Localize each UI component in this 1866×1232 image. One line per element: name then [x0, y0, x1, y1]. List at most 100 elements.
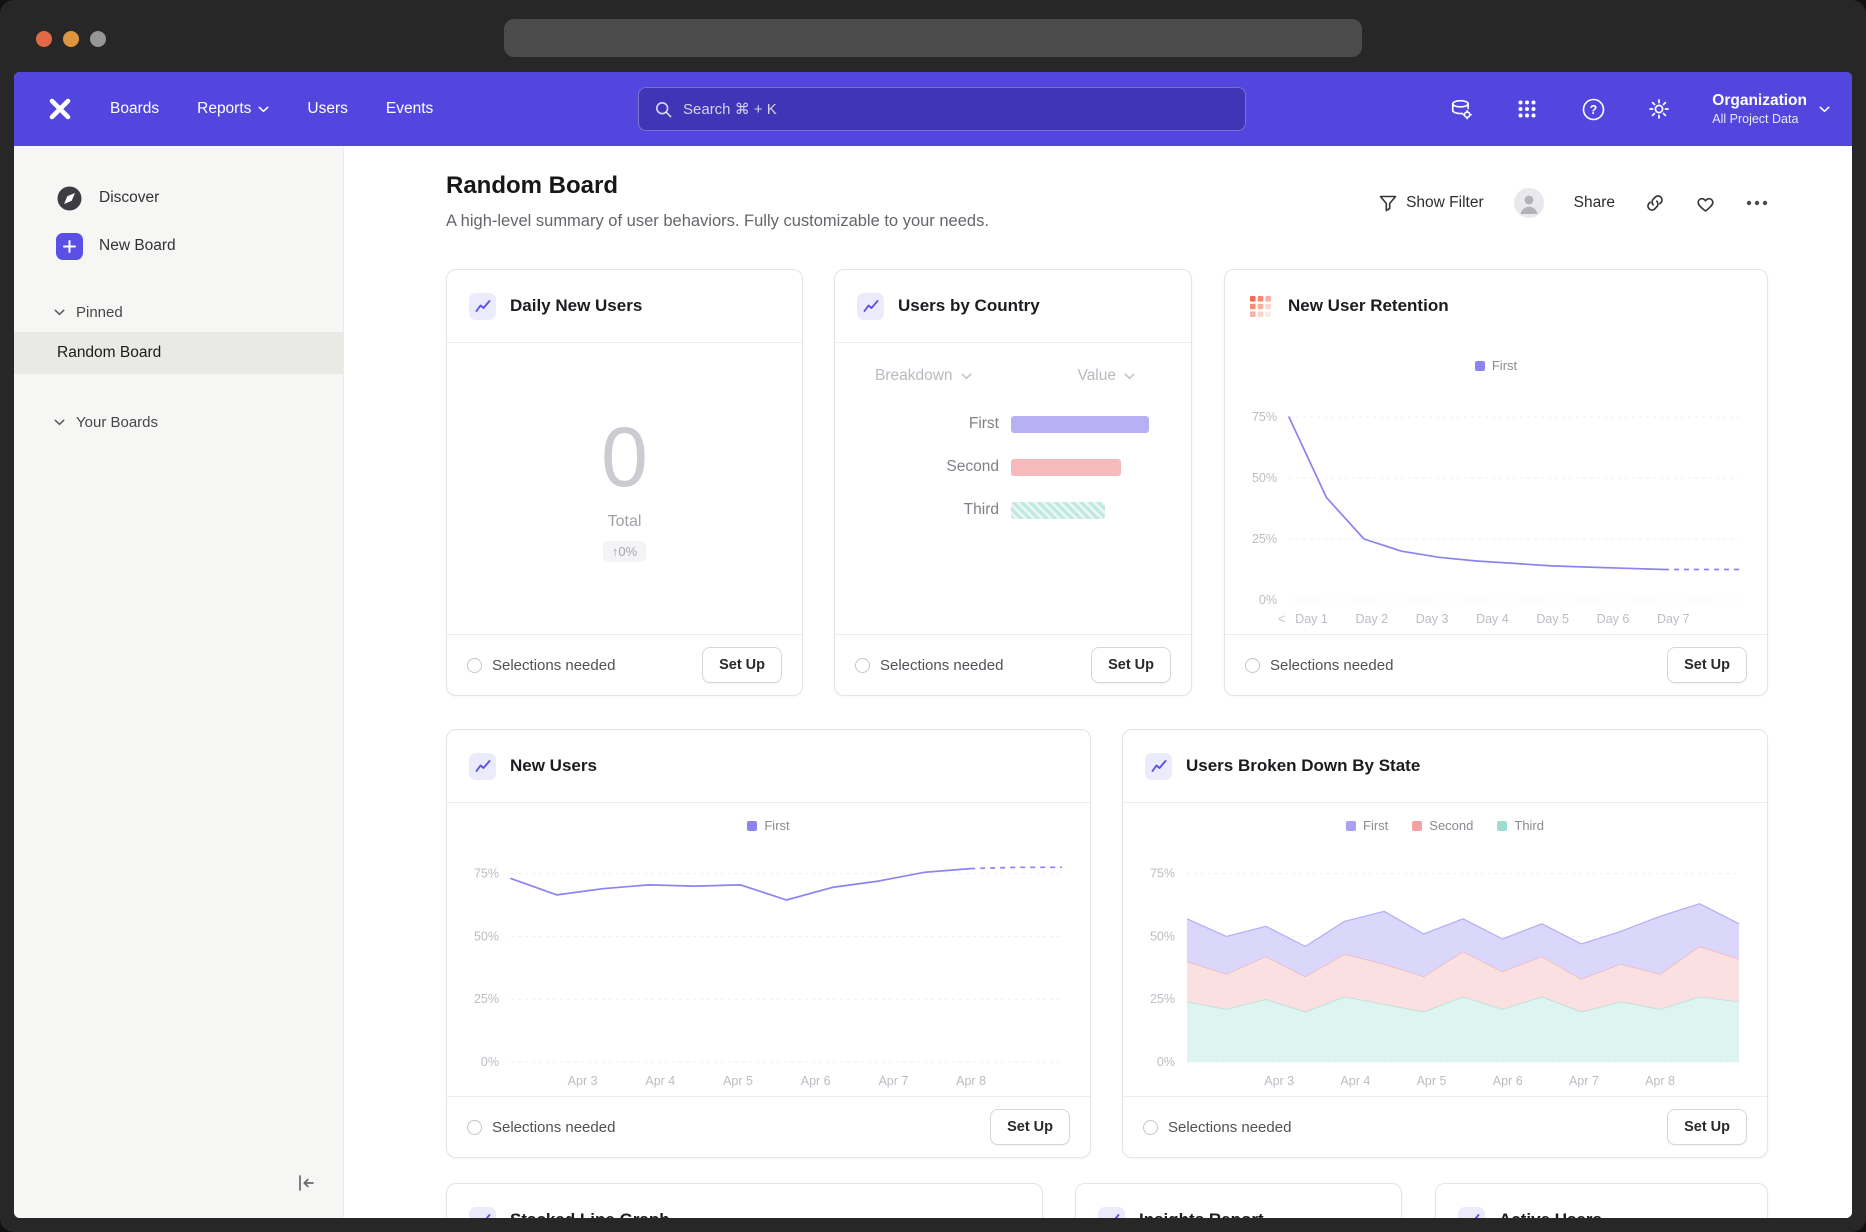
svg-text:75%: 75%: [1150, 867, 1175, 881]
card-users-by-state[interactable]: Users Broken Down By State First Second …: [1122, 729, 1768, 1158]
radio-icon: [1245, 658, 1260, 673]
chevron-down-icon: [258, 106, 269, 113]
svg-text:Day 3: Day 3: [1416, 612, 1449, 626]
setup-button[interactable]: Set Up: [990, 1109, 1070, 1145]
dropdown-label: Breakdown: [875, 367, 953, 385]
ellipsis-icon: [1746, 200, 1768, 206]
address-bar[interactable]: [504, 19, 1362, 57]
window-minimize-button[interactable]: [63, 31, 79, 47]
card-daily-new-users[interactable]: Daily New Users 0 Total ↑0% Selections n…: [446, 269, 803, 696]
card-title: New User Retention: [1288, 296, 1449, 316]
data-management-icon[interactable]: [1448, 96, 1474, 122]
card-new-users[interactable]: New Users First 75%50%25%0%Apr 3Apr 4Apr…: [446, 729, 1091, 1158]
help-icon[interactable]: ?: [1580, 96, 1606, 122]
nav-item-events[interactable]: Events: [386, 100, 433, 118]
sidebar-item-label: Discover: [99, 189, 159, 207]
avatar[interactable]: [1514, 188, 1544, 218]
svg-text:Day 7: Day 7: [1657, 612, 1690, 626]
legend-label: Second: [1429, 818, 1473, 833]
status-text: Selections needed: [492, 1119, 615, 1136]
sidebar-item-discover[interactable]: Discover: [14, 174, 343, 222]
board-content: Random Board A high-level summary of use…: [344, 146, 1852, 1218]
svg-text:Apr 3: Apr 3: [568, 1074, 598, 1088]
chevron-down-icon: [1819, 106, 1830, 113]
setup-button[interactable]: Set Up: [1091, 647, 1171, 683]
sidebar-item-new-board[interactable]: New Board: [14, 222, 343, 270]
svg-text:Day 1: Day 1: [1295, 612, 1328, 626]
nav-item-users[interactable]: Users: [307, 100, 347, 118]
card-header: Daily New Users: [447, 270, 802, 343]
plus-icon: [56, 233, 83, 260]
mixpanel-logo[interactable]: [46, 95, 74, 123]
radio-icon: [855, 658, 870, 673]
window-close-button[interactable]: [36, 31, 52, 47]
legend-swatch: [1475, 361, 1485, 371]
chevron-down-icon: [961, 373, 972, 380]
legend-swatch: [1346, 821, 1356, 831]
svg-text:Apr 5: Apr 5: [1417, 1074, 1447, 1088]
svg-text:0%: 0%: [1157, 1055, 1175, 1069]
search-input[interactable]: Search ⌘ + K: [638, 87, 1246, 131]
nav-label: Boards: [110, 100, 159, 118]
bar-row: First: [835, 415, 1191, 433]
setup-button[interactable]: Set Up: [1667, 1109, 1747, 1145]
copy-link-button[interactable]: [1645, 193, 1665, 213]
sidebar-item-random-board[interactable]: Random Board: [14, 332, 343, 374]
retention-line-chart: 75%50%25%0%Day 1Day 2Day 3Day 4Day 5Day …: [1225, 386, 1767, 632]
nav-item-reports[interactable]: Reports: [197, 100, 269, 118]
legend-label: First: [764, 818, 789, 833]
share-button[interactable]: Share: [1574, 194, 1615, 212]
link-icon: [1645, 193, 1665, 213]
more-options-button[interactable]: [1746, 200, 1768, 206]
value-dropdown[interactable]: Value: [1078, 367, 1136, 385]
svg-text:Apr 3: Apr 3: [1264, 1074, 1294, 1088]
sidebar-collapse-button[interactable]: [291, 1168, 321, 1198]
card-users-by-country[interactable]: Users by Country Breakdown Value First: [834, 269, 1192, 696]
card-active-users[interactable]: Active Users: [1435, 1183, 1768, 1218]
bar-label: Second: [835, 458, 999, 476]
page-title: Random Board: [446, 172, 618, 200]
apps-grid-icon[interactable]: [1514, 96, 1540, 122]
legend-item: First: [747, 818, 789, 833]
app-frame: Boards Reports Users Events Search ⌘ + K: [14, 72, 1852, 1218]
big-number-label: Total: [608, 513, 642, 531]
card-footer: Selections needed Set Up: [447, 634, 802, 695]
chevron-down-icon: [54, 309, 65, 316]
sidebar-section-your-boards[interactable]: Your Boards: [14, 402, 343, 442]
nav-label: Reports: [197, 100, 251, 118]
card-title: Users Broken Down By State: [1186, 756, 1420, 776]
legend-item: Third: [1497, 818, 1544, 833]
card-header: Active Users: [1436, 1184, 1767, 1218]
card-new-user-retention[interactable]: New User Retention First 75%50%25%0%Day …: [1224, 269, 1768, 696]
org-switcher[interactable]: Organization All Project Data: [1712, 92, 1830, 126]
setup-button[interactable]: Set Up: [702, 647, 782, 683]
settings-gear-icon[interactable]: [1646, 96, 1672, 122]
big-number-value: 0: [601, 415, 648, 499]
insights-chart-icon: [469, 293, 496, 320]
card-title: Insights Report: [1139, 1210, 1264, 1218]
svg-text:Apr 5: Apr 5: [723, 1074, 753, 1088]
status-indicator: Selections needed: [1245, 657, 1393, 674]
org-scope: All Project Data: [1712, 112, 1807, 126]
collapse-sidebar-icon: [296, 1173, 317, 1193]
section-label: Pinned: [76, 304, 123, 321]
breakdown-dropdown[interactable]: Breakdown: [875, 367, 972, 385]
svg-text:Apr 6: Apr 6: [801, 1074, 831, 1088]
card-footer: Selections needed Set Up: [835, 634, 1191, 695]
svg-text:50%: 50%: [1150, 929, 1175, 943]
card-stacked-line-graph[interactable]: Stacked Line Graph: [446, 1183, 1043, 1218]
svg-text:25%: 25%: [474, 992, 499, 1006]
page-subtitle: A high-level summary of user behaviors. …: [446, 212, 989, 231]
sidebar-section-pinned[interactable]: Pinned: [14, 292, 343, 332]
window-zoom-button[interactable]: [90, 31, 106, 47]
card-insights-report[interactable]: Insights Report: [1075, 1183, 1402, 1218]
insights-chart-icon: [469, 753, 496, 780]
nav-item-boards[interactable]: Boards: [110, 100, 159, 118]
setup-button[interactable]: Set Up: [1667, 647, 1747, 683]
favorite-button[interactable]: [1695, 194, 1716, 213]
svg-text:50%: 50%: [1252, 471, 1277, 485]
svg-text:0%: 0%: [481, 1055, 499, 1069]
retention-grid-icon: [1247, 293, 1274, 320]
show-filter-button[interactable]: Show Filter: [1379, 194, 1484, 212]
traffic-lights: [36, 31, 106, 47]
